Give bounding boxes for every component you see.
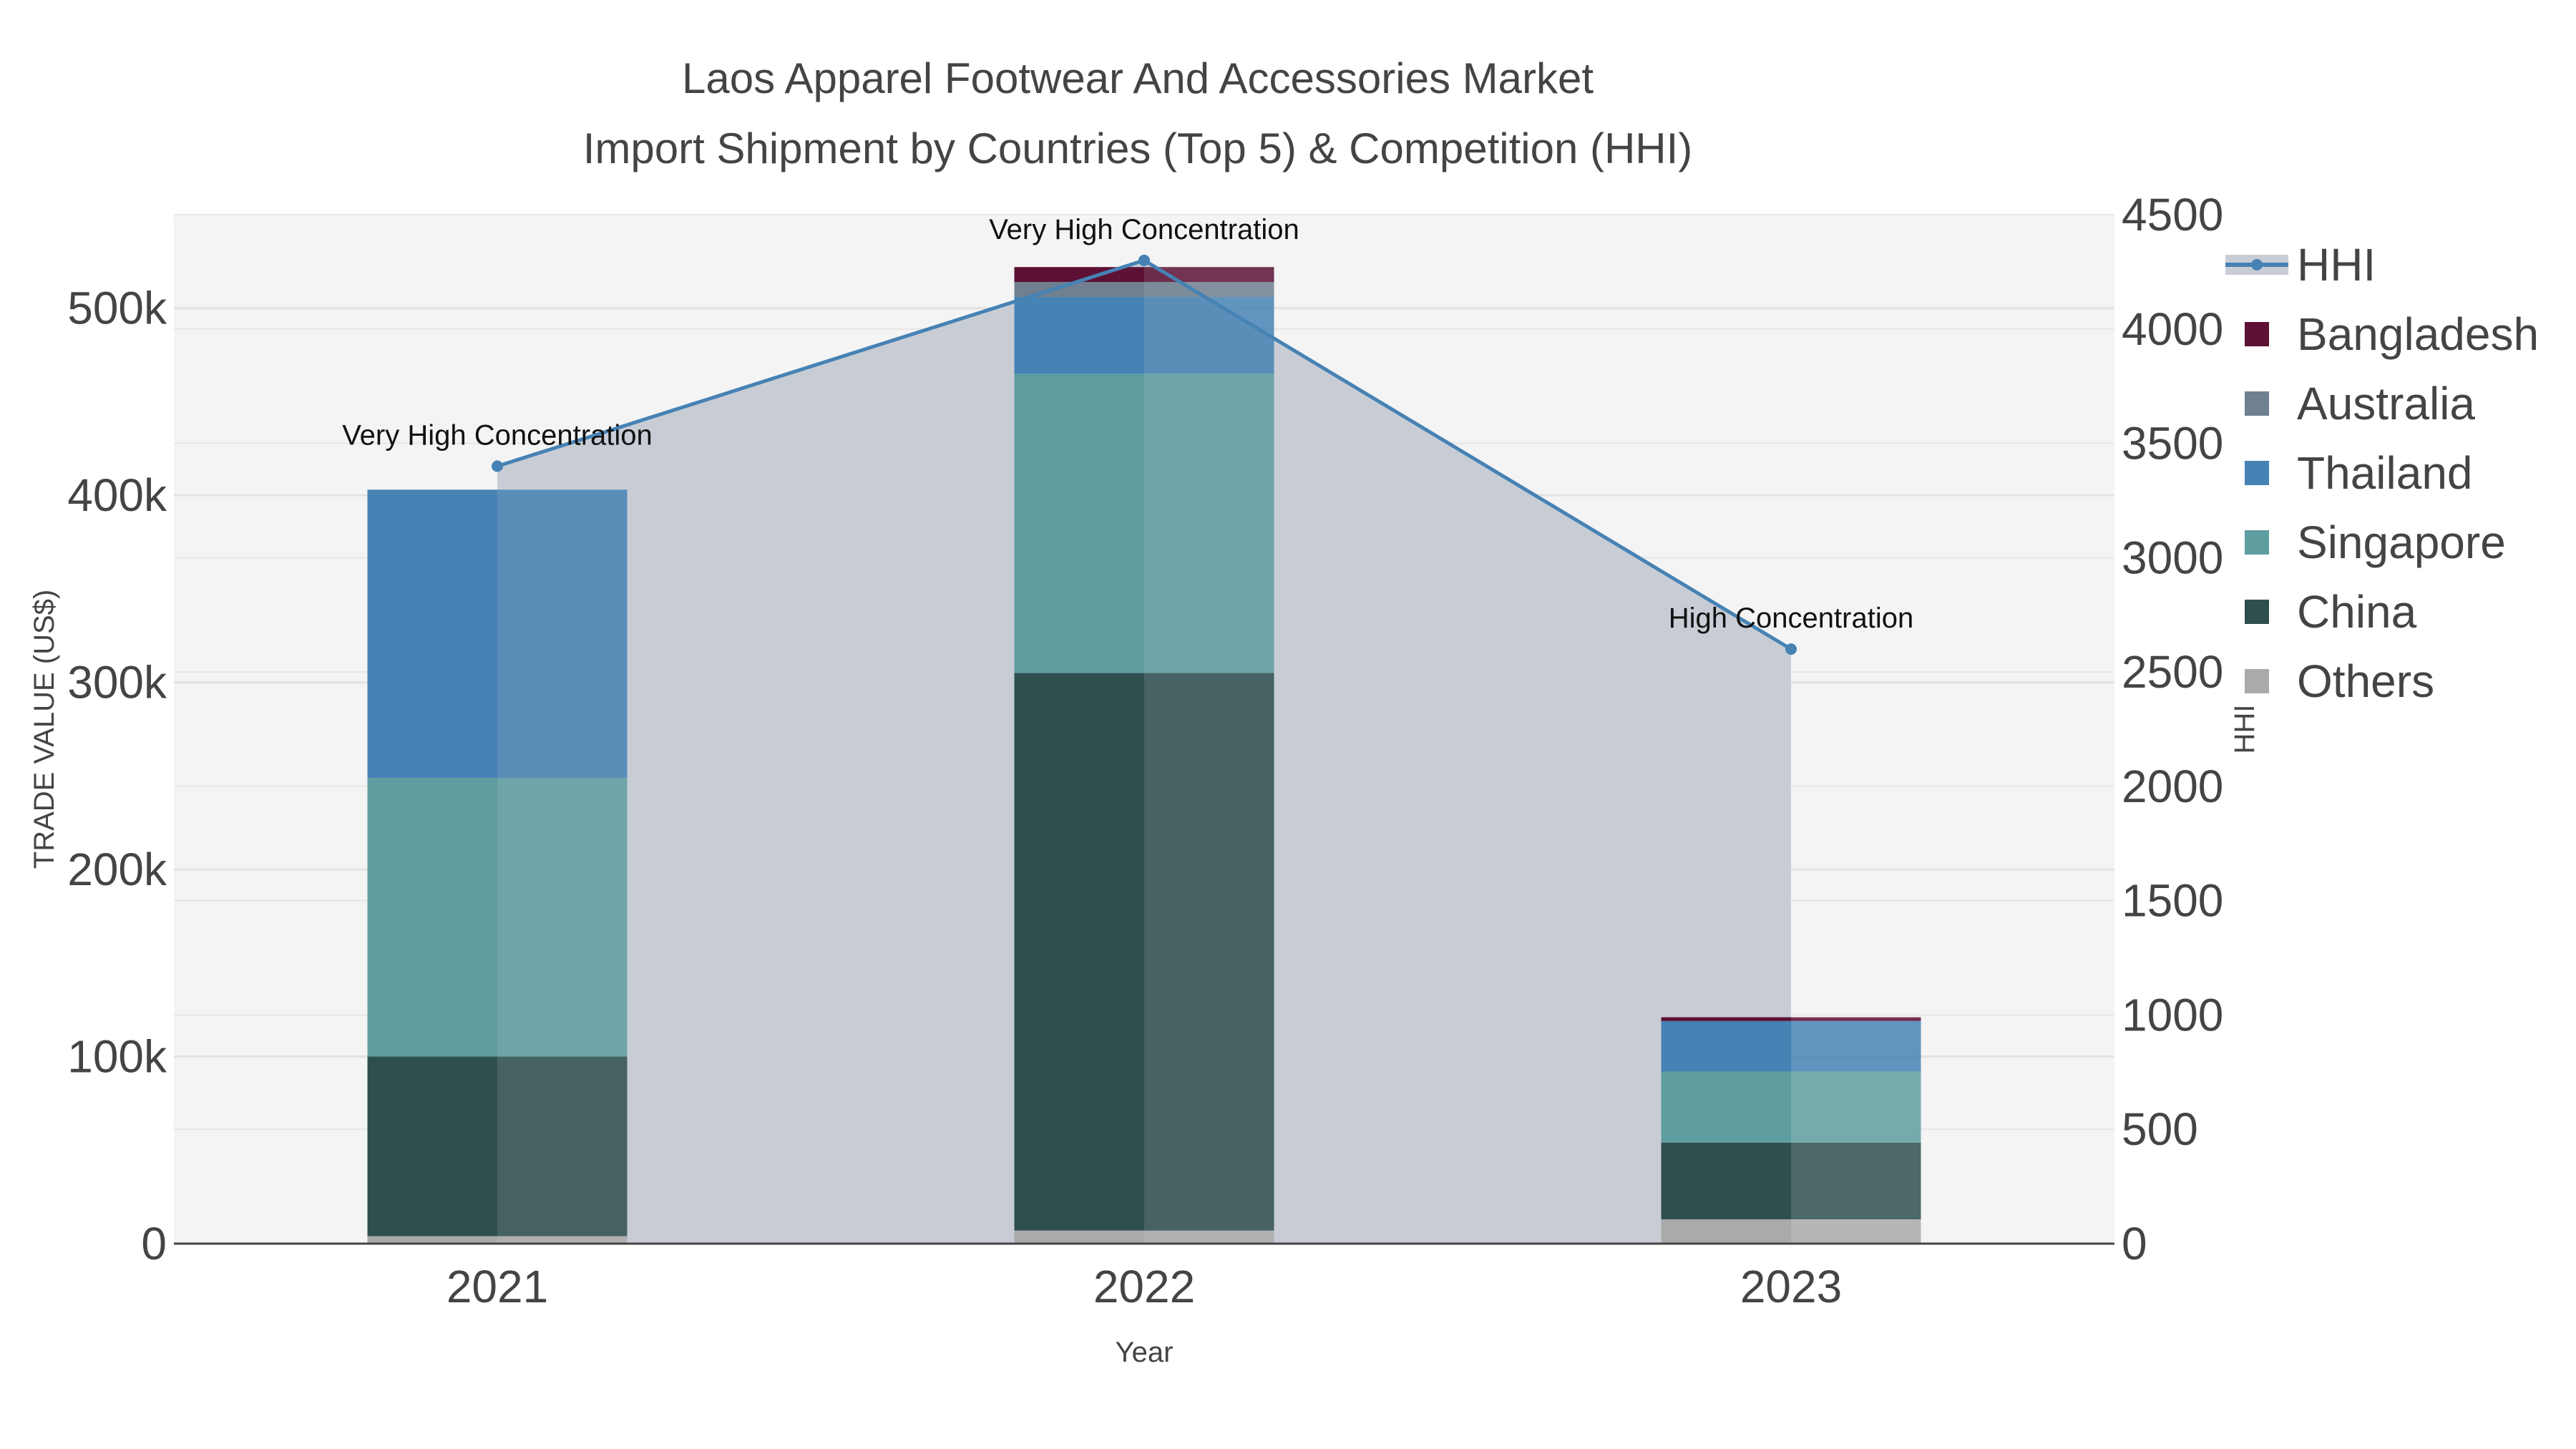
bar-segment-others (1014, 1230, 1144, 1244)
hhi-annotation: High Concentration (1669, 602, 1913, 634)
legend: HHI Bangladesh Australia Thailand Singapore C… (2225, 239, 2539, 707)
bar-segment-thailand (1014, 297, 1144, 374)
x-tick-label: 2022 (1093, 1261, 1195, 1312)
x-tick-label: 2023 (1740, 1261, 1842, 1312)
x-tick-label: 2021 (447, 1261, 548, 1312)
bar-segment-thailand (1144, 297, 1274, 374)
bar-segment-thailand (1791, 1020, 1921, 1072)
y2-tick-label: 2500 (2122, 646, 2223, 698)
y2-tick-label: 3500 (2122, 418, 2223, 469)
y2-tick-label: 4000 (2122, 303, 2223, 355)
bar-segment-china (1791, 1142, 1921, 1220)
hhi-annotation: Very High Concentration (989, 214, 1299, 245)
bar-segment-others (1144, 1230, 1274, 1244)
y-tick-label: 400k (67, 469, 167, 521)
y2-tick-label: 2000 (2122, 761, 2223, 812)
y2-tick-label: 4500 (2122, 189, 2223, 240)
bar-segment-others (367, 1236, 497, 1244)
legend-swatch-thailand (2245, 461, 2269, 485)
legend-swatch-china (2245, 600, 2269, 624)
bar-segment-china (1661, 1142, 1791, 1220)
y2-tick-label: 0 (2122, 1218, 2147, 1269)
hhi-point (1785, 643, 1797, 655)
bar-segment-others (1791, 1219, 1921, 1244)
legend-label: China (2297, 586, 2417, 638)
chart-title: Laos Apparel Footwear And Accessories Ma… (583, 54, 1693, 172)
bar-segment-australia (1144, 282, 1274, 298)
y-tick-label: 300k (67, 657, 167, 708)
bar-segment-china (497, 1056, 628, 1236)
y-tick-label: 200k (67, 844, 167, 895)
y-tick-label: 0 (141, 1218, 167, 1269)
y-axis-title: TRADE VALUE (US$) (29, 590, 60, 869)
bar-segment-china (1014, 673, 1144, 1231)
bar-segment-singapore (1144, 374, 1274, 673)
bar-segment-thailand (367, 489, 497, 778)
legend-swatch-others (2245, 669, 2269, 693)
legend-label: HHI (2297, 239, 2376, 291)
bar-segment-others (497, 1236, 628, 1244)
bar-segment-singapore (1661, 1071, 1791, 1143)
legend-item-thailand: Thailand (2245, 447, 2473, 499)
bar-segment-singapore (497, 777, 628, 1057)
bar-segment-others (1661, 1219, 1791, 1244)
legend-item-others: Others (2245, 655, 2434, 707)
legend-swatch-bangladesh (2245, 322, 2269, 346)
legend-label: Others (2297, 655, 2434, 707)
legend-label: Australia (2297, 378, 2475, 429)
bar-segment-bangladesh (1144, 267, 1274, 283)
legend-label: Bangladesh (2297, 308, 2539, 360)
bar-segment-singapore (1014, 374, 1144, 673)
legend-item-bangladesh: Bangladesh (2245, 308, 2539, 360)
hhi-annotation: Very High Concentration (342, 420, 653, 452)
legend-item-hhi: HHI (2225, 239, 2376, 291)
y2-tick-label: 1500 (2122, 875, 2223, 927)
legend-item-australia: Australia (2245, 378, 2475, 429)
chart-container: Laos Apparel Footwear And Accessories Ma… (0, 0, 2576, 1449)
bar-segment-thailand (1661, 1020, 1791, 1072)
legend-item-china: China (2245, 586, 2417, 638)
hhi-point (492, 460, 503, 472)
y2-axis-title: HHI (2229, 705, 2260, 754)
y-tick-label: 500k (67, 283, 167, 334)
legend-label: Singapore (2297, 517, 2506, 568)
chart-svg: Laos Apparel Footwear And Accessories Ma… (29, 54, 2539, 1368)
chart-title-line-2: Import Shipment by Countries (Top 5) & C… (583, 125, 1693, 172)
bar-segment-bangladesh (1791, 1017, 1921, 1021)
chart-title-line-1: Laos Apparel Footwear And Accessories Ma… (682, 54, 1594, 102)
y2-tick-label: 1000 (2122, 989, 2223, 1040)
bar-segment-singapore (367, 777, 497, 1057)
bar-segment-china (367, 1056, 497, 1236)
bar-segment-bangladesh (1661, 1017, 1791, 1021)
bar-segment-singapore (1791, 1071, 1921, 1143)
legend-swatch-australia (2245, 391, 2269, 416)
legend-item-singapore: Singapore (2245, 517, 2506, 568)
y2-tick-label: 500 (2122, 1103, 2198, 1155)
legend-swatch-singapore (2245, 530, 2269, 555)
y-tick-label: 100k (67, 1031, 167, 1083)
hhi-point (1138, 254, 1150, 266)
x-axis-title: Year (1116, 1337, 1174, 1368)
legend-swatch-hhi-marker (2251, 259, 2263, 270)
bar-segment-thailand (497, 489, 628, 778)
legend-label: Thailand (2297, 447, 2473, 499)
bar-segment-china (1144, 673, 1274, 1231)
y2-tick-label: 3000 (2122, 532, 2223, 583)
